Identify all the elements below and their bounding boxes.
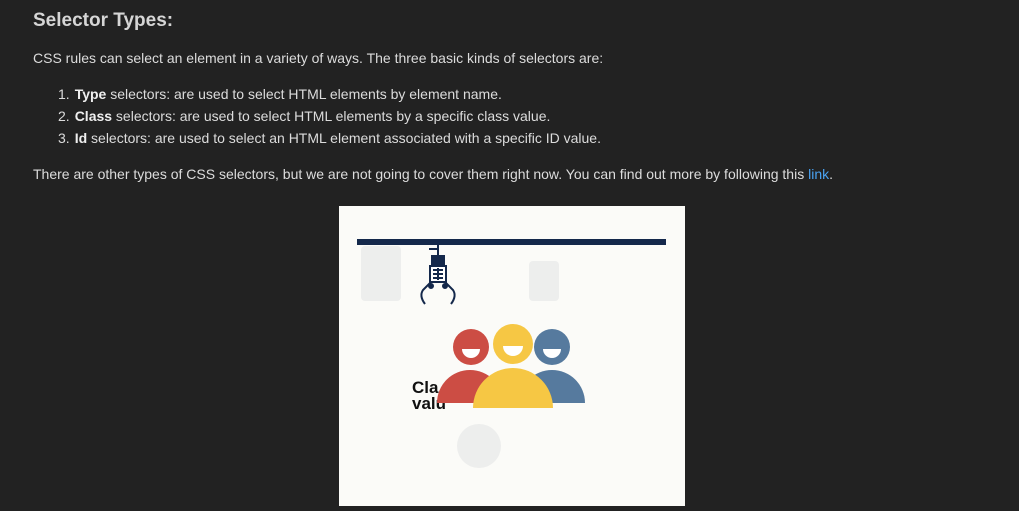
list-item-term: Class — [74, 108, 113, 124]
claw-rail — [357, 239, 666, 245]
outro-paragraph: There are other types of CSS selectors, … — [33, 166, 833, 182]
class-selector-illustration: Cla valu — [339, 206, 685, 506]
list-number: 3. — [58, 130, 70, 146]
selector-types-list: 1. Type selectors: are used to select HTM… — [58, 86, 601, 152]
list-item-term: Id — [74, 130, 88, 146]
list-item-term: Type — [74, 86, 107, 102]
outro-text: There are other types of CSS selectors, … — [33, 166, 809, 182]
more-info-link[interactable]: link — [808, 166, 829, 182]
illustration-svg: Cla valu — [357, 239, 666, 468]
robotic-claw-icon — [420, 245, 456, 305]
list-number: 1. — [58, 86, 70, 102]
list-item: 2. Class selectors: are used to select HT… — [58, 108, 601, 130]
list-item-description: selectors: are used to select HTML eleme… — [106, 86, 502, 102]
list-number: 2. — [58, 108, 70, 124]
list-item-description: selectors: are used to select HTML eleme… — [112, 108, 551, 124]
section-heading: Selector Types: — [33, 10, 174, 31]
list-item-description: selectors: are used to select an HTML el… — [87, 130, 601, 146]
outro-end: . — [829, 166, 833, 182]
page: Selector Types: CSS rules can select an … — [0, 0, 1019, 511]
intro-paragraph: CSS rules can select an element in a var… — [33, 50, 604, 66]
list-item: 3. Id selectors: are used to select an HT… — [58, 130, 601, 152]
list-item: 1. Type selectors: are used to select HTM… — [58, 86, 601, 108]
